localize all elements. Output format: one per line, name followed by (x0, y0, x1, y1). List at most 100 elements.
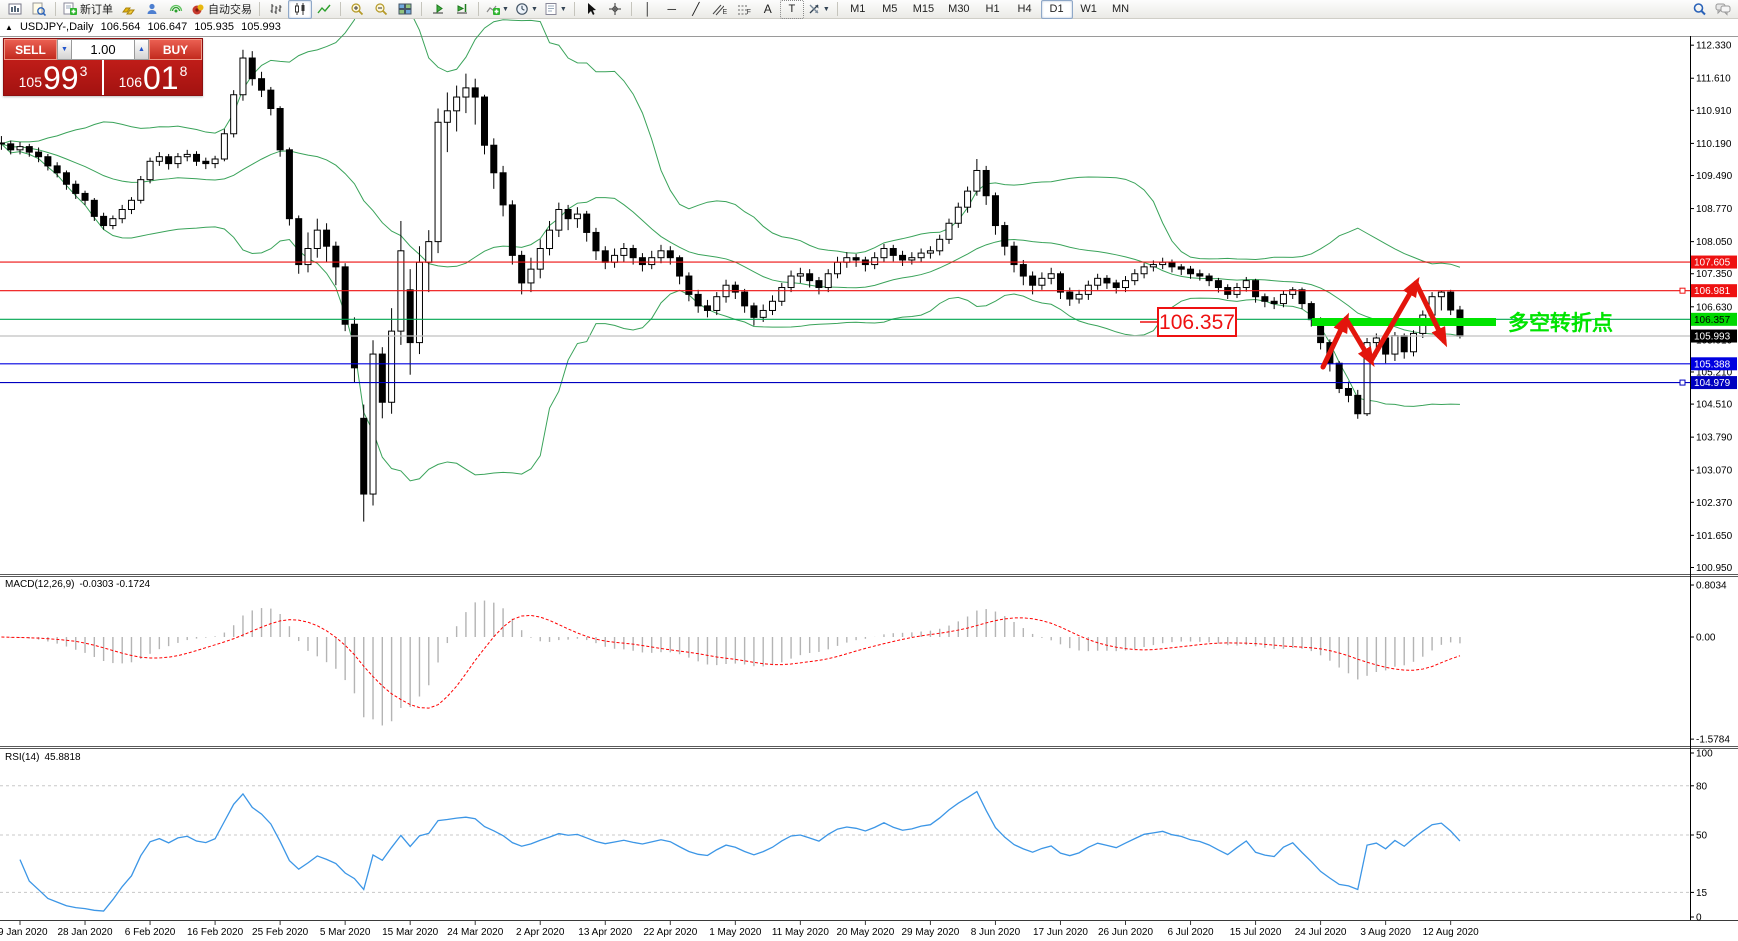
price-callout[interactable]: 106.357 (1140, 308, 1236, 336)
candlestick-chart-button[interactable] (288, 0, 312, 19)
bollinger-bands (1, 0, 1460, 481)
green-trend-bar[interactable] (1312, 318, 1496, 326)
zoom-in-icon (350, 2, 364, 16)
cursor-button[interactable] (579, 0, 603, 19)
volume-input[interactable]: 1.00 (72, 39, 134, 60)
line-handle[interactable] (1680, 380, 1685, 385)
horizontal-line-button[interactable]: ─ (660, 0, 684, 19)
toolbar-separator (837, 2, 838, 16)
trendline-button[interactable]: ╱ (684, 0, 708, 19)
svg-text:106.630: 106.630 (1696, 302, 1733, 313)
new-order-button[interactable]: 新订单 (60, 0, 116, 19)
sell-price-big: 99 (43, 65, 79, 92)
text-tool-button[interactable]: A (756, 0, 780, 19)
timeframe-button-w1[interactable]: W1 (1073, 0, 1105, 19)
signals-icon (169, 2, 183, 16)
templates-button[interactable]: ▼ (541, 0, 570, 19)
svg-text:107.605: 107.605 (1694, 258, 1731, 269)
dropdown-arrow-icon: ▼ (531, 6, 538, 13)
buy-button[interactable]: BUY (149, 39, 202, 60)
autotrading-icon (191, 2, 205, 16)
sell-price-prefix: 105 (19, 75, 42, 89)
charts-window-button[interactable] (3, 0, 27, 19)
rsi-value: 45.8818 (44, 752, 80, 763)
channel-button[interactable]: E (708, 0, 732, 19)
sell-price-display[interactable]: 105 99 3 (4, 60, 102, 95)
svg-text:108.050: 108.050 (1696, 237, 1733, 248)
symbol-period-label: USDJPY-,Daily (20, 21, 94, 33)
auto-scroll-icon (431, 2, 445, 16)
timeframe-button-d1[interactable]: D1 (1041, 0, 1073, 19)
svg-text:110.910: 110.910 (1696, 106, 1732, 117)
svg-text:24 Mar 2020: 24 Mar 2020 (447, 927, 504, 938)
svg-text:104.979: 104.979 (1694, 378, 1731, 389)
label-tool-button[interactable]: T (780, 0, 804, 19)
horizontal-line-106.981[interactable] (0, 288, 1690, 293)
community-button[interactable] (140, 0, 164, 19)
pivot-point-text[interactable]: 多空转折点 (1508, 311, 1613, 335)
line-chart-button[interactable] (312, 0, 336, 19)
chart-canvas[interactable]: 多空转折点106.357112.330111.610110.910110.190… (0, 0, 1738, 941)
chart-shift-button[interactable] (450, 0, 474, 19)
timeframe-button-m30[interactable]: M30 (941, 0, 976, 19)
fibonacci-button[interactable]: F (732, 0, 756, 19)
macd-label: MACD(12,26,9) (5, 579, 74, 590)
svg-text:101.650: 101.650 (1696, 531, 1733, 542)
volume-decrease-button[interactable]: ▼ (57, 39, 72, 60)
svg-text:0.00: 0.00 (1696, 633, 1716, 644)
line-handle[interactable] (1680, 288, 1685, 293)
market-depth-button[interactable] (116, 0, 140, 19)
horizontal-line-104.979[interactable] (0, 380, 1690, 385)
svg-text:3 Aug 2020: 3 Aug 2020 (1360, 927, 1411, 938)
zoom-out-button[interactable] (369, 0, 393, 19)
bar-chart-button[interactable] (264, 0, 288, 19)
cursor-icon (584, 2, 598, 16)
svg-text:15: 15 (1696, 888, 1708, 899)
candlestick-series (0, 50, 1463, 522)
search-button[interactable] (1687, 0, 1711, 19)
chart-info-line: ▲ USDJPY-,Daily 106.564 106.647 105.935 … (5, 21, 285, 33)
crosshair-icon (608, 2, 622, 16)
timeframe-button-m15[interactable]: M15 (906, 0, 941, 19)
zoom-in-button[interactable] (345, 0, 369, 19)
timeframe-button-m1[interactable]: M1 (842, 0, 874, 19)
svg-text:105.388: 105.388 (1694, 359, 1731, 370)
rsi-label: RSI(14) (5, 752, 39, 763)
timeframe-button-h4[interactable]: H4 (1009, 0, 1041, 19)
auto-scroll-button[interactable] (426, 0, 450, 19)
date-axis: 19 Jan 202028 Jan 20206 Feb 202016 Feb 2… (0, 921, 1479, 938)
svg-text:15 Jul 2020: 15 Jul 2020 (1230, 927, 1282, 938)
indicators-button[interactable]: ▼ (483, 0, 512, 19)
timeframe-button-mn[interactable]: MN (1105, 0, 1137, 19)
crosshair-button[interactable] (603, 0, 627, 19)
timeframe-button-m5[interactable]: M5 (874, 0, 906, 19)
tile-windows-button[interactable] (393, 0, 417, 19)
buy-price-display[interactable]: 106 01 8 (102, 60, 202, 95)
svg-text:105.993: 105.993 (1694, 332, 1731, 343)
arrows-tool-button[interactable]: ▼ (804, 0, 833, 19)
svg-text:26 Jun 2020: 26 Jun 2020 (1098, 927, 1153, 938)
data-window-button[interactable] (27, 0, 51, 19)
symbol-marker-icon: ▲ (5, 23, 13, 32)
svg-text:6 Jul 2020: 6 Jul 2020 (1167, 927, 1214, 938)
toolbar-separator (574, 2, 575, 16)
dropdown-arrow-icon: ▼ (823, 6, 830, 13)
svg-text:102.370: 102.370 (1696, 498, 1733, 509)
sell-button[interactable]: SELL (4, 39, 57, 60)
svg-text:29 May 2020: 29 May 2020 (902, 927, 960, 938)
periods-button[interactable]: ▼ (512, 0, 541, 19)
chat-button[interactable] (1711, 0, 1735, 19)
vertical-line-button[interactable]: │ (636, 0, 660, 19)
signals-button[interactable] (164, 0, 188, 19)
toolbar-separator (259, 2, 260, 16)
toolbar-separator (55, 2, 56, 16)
timeframe-button-h1[interactable]: H1 (977, 0, 1009, 19)
toolbar-separator (340, 2, 341, 16)
macd-values: -0.0303 -0.1724 (79, 579, 150, 590)
svg-text:0: 0 (1696, 913, 1702, 924)
volume-increase-button[interactable]: ▲ (134, 39, 149, 60)
bar-chart-icon (269, 2, 283, 16)
arrows-icon (807, 2, 821, 16)
tile-windows-icon (398, 2, 412, 16)
autotrading-button[interactable]: 自动交易 (188, 0, 255, 19)
